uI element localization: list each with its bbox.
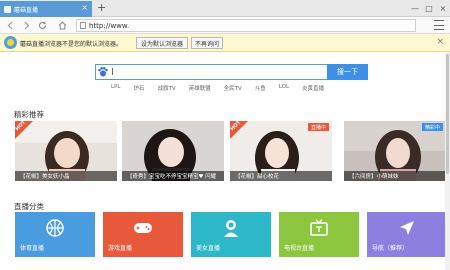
new-tab-button[interactable]: +: [97, 1, 106, 15]
favicon-icon: [4, 5, 11, 13]
scrollbar-thumb[interactable]: [446, 54, 449, 174]
address-text: http://www.: [89, 21, 130, 30]
back-arrow-icon[interactable]: [4, 19, 17, 32]
gamepad-icon: [134, 223, 152, 233]
category-label: 导航（推荐）: [372, 245, 409, 252]
infobar-message: 蘑菇直播浏览器不是您的默认浏览器。: [20, 41, 123, 48]
browser-logo-icon: [4, 36, 17, 49]
featured-card[interactable]: 精彩中 【六间房】小萌妹妹: [344, 121, 446, 181]
card-caption: 【六间房】小萌妹妹: [344, 171, 446, 181]
category-label: 电视台直播: [284, 245, 315, 252]
maximize-button[interactable]: □: [422, 0, 436, 16]
category-beauty[interactable]: 美女直播: [191, 212, 271, 257]
category-games[interactable]: 游戏直播: [103, 212, 183, 257]
paw-logo-icon: [98, 67, 108, 77]
featured-card[interactable]: HOT 直播中 【花椒】甜心校花: [230, 121, 332, 181]
text-caret: [112, 68, 113, 75]
live-status-badge: 直播中: [307, 123, 329, 131]
reload-icon[interactable]: [36, 19, 49, 32]
default-browser-infobar: 蘑菇直播浏览器不是您的默认浏览器。 设为默认浏览器 不再询问 ×: [0, 34, 450, 52]
hotword-link[interactable]: 战旗TV: [157, 84, 175, 93]
card-caption: 【花椒】甜心校花: [230, 171, 332, 181]
hotword-link[interactable]: LOL: [279, 84, 289, 93]
live-status-badge: 精彩中: [421, 123, 443, 131]
browser-window: 蘑菇直播 × + — □ × http://www. 蘑菇直播浏览器不是您的默认…: [0, 0, 450, 270]
hotword-link[interactable]: 斗鱼: [255, 84, 266, 93]
navigation-arrow-icon: [400, 221, 414, 235]
tab-strip: 蘑菇直播 × + — □ ×: [0, 0, 450, 17]
card-caption: 【花椒】美女妖小晶: [15, 171, 117, 181]
hotword-link[interactable]: LPL: [111, 84, 120, 93]
category-label: 游戏直播: [108, 245, 133, 252]
featured-card[interactable]: 【奇秀】宝宝吃不停宝宝精宝♥ 闪耀: [122, 121, 224, 181]
home-icon[interactable]: [56, 19, 69, 32]
page-icon: [80, 22, 86, 29]
hotword-link[interactable]: 炎黄直播: [302, 84, 324, 93]
category-sports[interactable]: 体育直播: [15, 212, 95, 257]
woman-icon: [224, 220, 238, 237]
dont-ask-button[interactable]: 不再询问: [191, 37, 223, 49]
card-caption: 【奇秀】宝宝吃不停宝宝精宝♥ 闪耀: [122, 171, 224, 181]
category-navigation[interactable]: 导航（推荐）: [367, 212, 447, 257]
category-label: 体育直播: [20, 245, 45, 252]
tab-close-icon[interactable]: ×: [81, 3, 88, 12]
search-button[interactable]: 搜一下: [327, 64, 368, 80]
tab-title: 蘑菇直播: [14, 6, 39, 14]
tv-icon: [310, 219, 328, 236]
close-window-button[interactable]: ×: [436, 0, 450, 16]
categories-heading: 直播分类: [14, 202, 44, 211]
category-label: 美女直播: [196, 245, 221, 252]
hotword-link[interactable]: 炉石: [133, 84, 144, 93]
menu-icon[interactable]: [434, 20, 444, 30]
window-controls: — □ ×: [408, 0, 450, 16]
browser-toolbar: http://www.: [0, 17, 450, 34]
category-tv[interactable]: 电视台直播: [279, 212, 359, 257]
hotword-link[interactable]: 全民TV: [224, 84, 242, 93]
vertical-scrollbar[interactable]: [445, 52, 450, 270]
tab-mogu-live[interactable]: 蘑菇直播 ×: [0, 1, 92, 17]
set-default-button[interactable]: 设为默认浏览器: [136, 37, 188, 49]
featured-card[interactable]: HOT 【花椒】美女妖小晶: [15, 121, 117, 181]
infobar-close-icon[interactable]: ×: [436, 37, 444, 47]
forward-arrow-icon[interactable]: [20, 19, 33, 32]
hotword-link[interactable]: 英雄联盟: [189, 84, 211, 93]
hot-keywords: LPL 炉石 战旗TV 英雄联盟 全民TV 斗鱼 LOL 炎黄直播: [111, 84, 337, 93]
search-input[interactable]: [95, 64, 328, 80]
minimize-button[interactable]: —: [408, 0, 422, 16]
address-bar[interactable]: http://www.: [76, 19, 416, 32]
basketball-icon: [46, 219, 64, 237]
featured-heading: 精彩推荐: [14, 110, 44, 119]
